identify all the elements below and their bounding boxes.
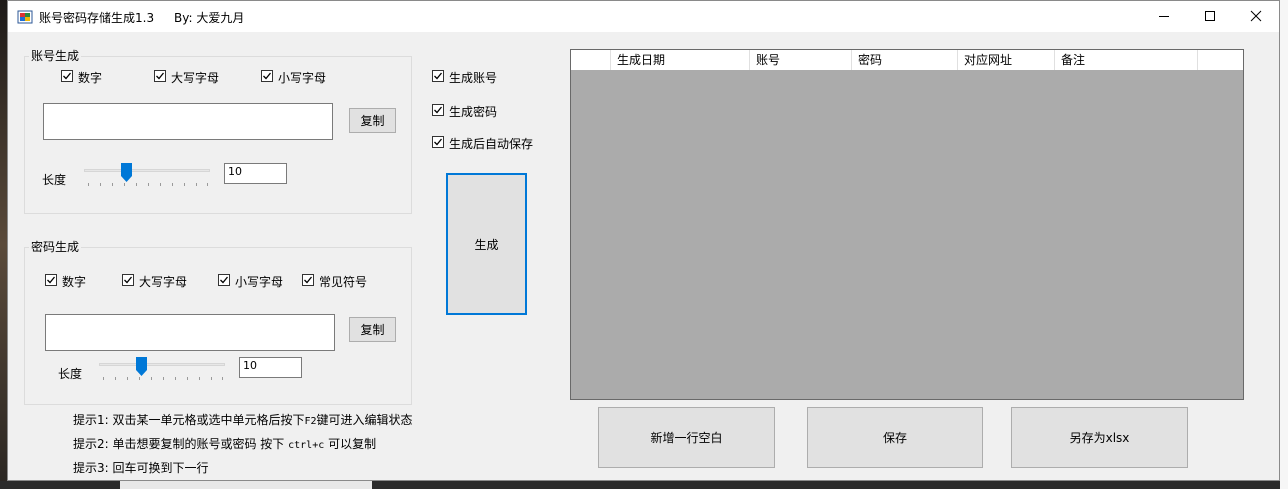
- column-header-password[interactable]: 密码: [852, 50, 958, 70]
- checkbox-box: [45, 274, 57, 286]
- check-icon: [220, 276, 229, 284]
- hint-3: 提示3: 回车可换到下一行: [73, 459, 209, 476]
- checkbox-box: [261, 70, 273, 82]
- generate-button[interactable]: 生成: [446, 173, 527, 315]
- password-length-slider-thumb[interactable]: [136, 357, 147, 376]
- column-header-account[interactable]: 账号: [750, 50, 852, 70]
- minimize-button[interactable]: [1141, 1, 1187, 32]
- hint-2: 提示2: 单击想要复制的账号或密码 按下 ctrl+c 可以复制: [73, 435, 376, 452]
- password-length-slider-track[interactable]: [99, 363, 225, 366]
- records-table[interactable]: 生成日期 账号 密码 对应网址 备注: [570, 49, 1244, 400]
- checkbox-box: [122, 274, 134, 286]
- account-length-slider-thumb[interactable]: [121, 163, 132, 182]
- check-icon: [304, 276, 313, 284]
- checkbox-label: 生成账号: [449, 71, 498, 85]
- desktop-background-left: [0, 0, 7, 489]
- checkbox-box: [432, 70, 444, 82]
- close-button[interactable]: [1233, 1, 1279, 32]
- check-icon: [263, 72, 272, 80]
- checkbox-label: 生成密码: [449, 105, 498, 119]
- column-header-row-selector[interactable]: [571, 50, 611, 70]
- checkbox-box: [154, 70, 166, 82]
- checkbox-label: 常见符号: [319, 275, 368, 289]
- tick-marks: [103, 377, 223, 380]
- window-title: 账号密码存储生成1.3: [39, 11, 155, 25]
- main-window: 账号密码存储生成1.3 By: 大爱九月 账号生成 数字 大写字母 小写字母 复…: [7, 0, 1280, 481]
- save-as-xlsx-button[interactable]: 另存为xlsx: [1011, 407, 1188, 468]
- check-icon: [434, 72, 443, 80]
- password-length-input[interactable]: 10: [239, 357, 302, 378]
- app-icon: [17, 10, 33, 24]
- check-icon: [124, 276, 133, 284]
- maximize-icon: [1205, 11, 1215, 21]
- checkbox-label: 大写字母: [139, 275, 188, 289]
- column-header-notes[interactable]: 备注: [1055, 50, 1198, 70]
- checkbox-box: [432, 136, 444, 148]
- tick-marks: [88, 183, 208, 186]
- hint-text: 可以复制: [324, 437, 377, 451]
- checkbox-box: [61, 70, 73, 82]
- check-icon: [63, 72, 72, 80]
- slider-thumb-shape: [136, 357, 147, 376]
- account-copy-button[interactable]: 复制: [349, 108, 396, 133]
- checkbox-label: 大写字母: [171, 71, 220, 85]
- checkbox-label: 小写字母: [235, 275, 284, 289]
- check-icon: [434, 138, 443, 146]
- account-length-label: 长度: [42, 173, 67, 187]
- hint-1: 提示1: 双击某一单元格或选中单元格后按下F2键可进入编辑状态: [73, 411, 413, 428]
- check-icon: [156, 72, 165, 80]
- desktop-background-right: [1280, 0, 1288, 489]
- hint-key: F2: [304, 416, 317, 427]
- column-header-url[interactable]: 对应网址: [958, 50, 1055, 70]
- account-output-field[interactable]: [43, 103, 333, 140]
- hint-text: 提示1: 双击某一单元格或选中单元格后按下: [73, 413, 305, 427]
- slider-thumb-shape: [121, 163, 132, 182]
- table-header: 生成日期 账号 密码 对应网址 备注: [571, 50, 1243, 70]
- hint-text: 提示3: 回车可换到下一行: [73, 461, 209, 475]
- checkbox-label: 数字: [78, 71, 103, 85]
- password-length-label: 长度: [58, 367, 83, 381]
- checkbox-label: 小写字母: [278, 71, 327, 85]
- checkbox-label: 数字: [62, 275, 87, 289]
- account-length-input[interactable]: 10: [224, 163, 287, 184]
- add-row-button[interactable]: 新增一行空白: [598, 407, 775, 468]
- checkbox-box: [432, 104, 444, 116]
- password-length-slider-ticks: [103, 377, 223, 380]
- checkbox-label: 生成后自动保存: [449, 137, 534, 151]
- account-length-slider-ticks: [88, 183, 208, 186]
- maximize-button[interactable]: [1187, 1, 1233, 32]
- password-copy-button[interactable]: 复制: [349, 317, 396, 342]
- check-icon: [47, 276, 56, 284]
- title-bar[interactable]: 账号密码存储生成1.3 By: 大爱九月: [8, 1, 1279, 32]
- minimize-icon: [1159, 16, 1169, 17]
- window-author: By: 大爱九月: [174, 11, 245, 25]
- hint-text: 键可进入编辑状态: [316, 413, 413, 427]
- account-group-title: 账号生成: [29, 47, 82, 64]
- checkbox-box: [218, 274, 230, 286]
- account-length-slider-track[interactable]: [84, 169, 210, 172]
- desktop-background-bottom-window: [120, 481, 372, 489]
- password-output-field[interactable]: [45, 314, 335, 351]
- column-header-date[interactable]: 生成日期: [611, 50, 750, 70]
- hint-text: 提示2: 单击想要复制的账号或密码 按下: [73, 437, 289, 451]
- check-icon: [434, 106, 443, 114]
- save-button[interactable]: 保存: [807, 407, 983, 468]
- hint-key: ctrl+c: [288, 440, 325, 451]
- checkbox-box: [302, 274, 314, 286]
- password-group-title: 密码生成: [29, 238, 82, 255]
- close-icon: [1250, 10, 1262, 22]
